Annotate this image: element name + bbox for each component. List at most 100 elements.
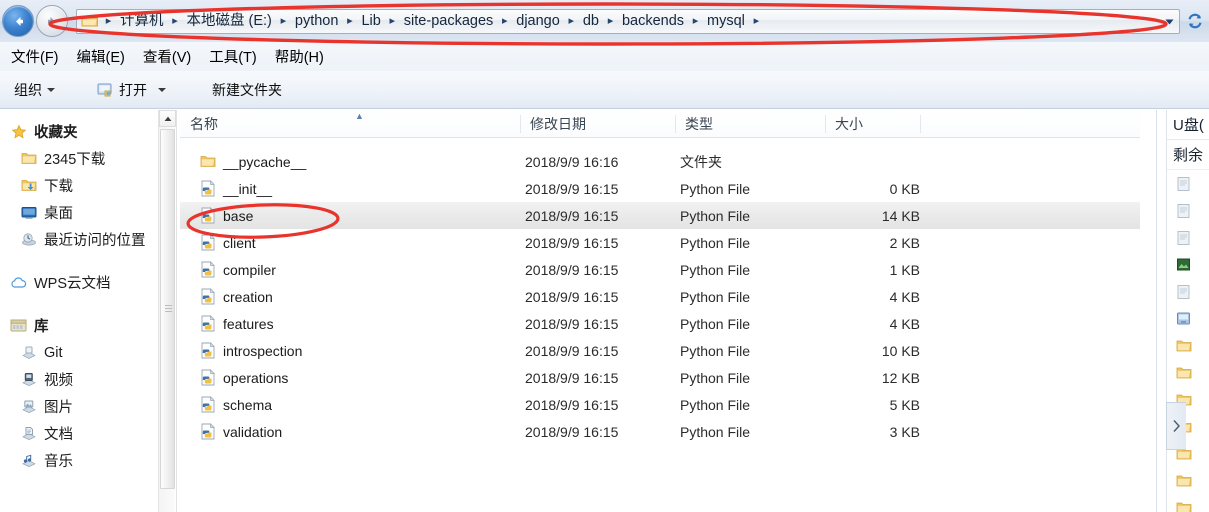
column-divider[interactable] <box>920 115 921 133</box>
desktop-icon <box>20 204 37 221</box>
explorer-window: ▸ 计算机 ▸ 本地磁盘 (E:) ▸ python ▸ Lib ▸ site-… <box>0 0 1209 512</box>
sidebar-item-wps-cloud[interactable]: WPS云文档 <box>0 269 158 296</box>
chevron-down-icon[interactable] <box>1159 10 1179 33</box>
breadcrumb-item-backends[interactable]: backends <box>617 10 689 33</box>
menu-view[interactable]: 查看(V) <box>134 43 200 70</box>
file-name: __init__ <box>223 180 273 197</box>
folder-icon <box>1176 367 1192 378</box>
list-item[interactable] <box>1167 170 1209 197</box>
menu-edit[interactable]: 编辑(E) <box>68 43 134 70</box>
file-name: operations <box>223 369 289 386</box>
file-size-cell: 0 KB <box>889 180 920 197</box>
sidebar-item-desktop[interactable]: 桌面 <box>0 199 158 226</box>
list-item[interactable] <box>1167 305 1209 332</box>
file-type-cell: Python File <box>680 369 751 386</box>
column-header-size[interactable]: 大小 <box>825 110 920 138</box>
menu-tools[interactable]: 工具(T) <box>200 43 266 70</box>
menu-help[interactable]: 帮助(H) <box>266 43 333 70</box>
file-name-cell: __pycache__ <box>200 153 306 170</box>
sidebar-item-recent-places[interactable]: 最近访问的位置 <box>0 226 158 253</box>
menu-file[interactable]: 文件(F) <box>2 43 68 70</box>
new-folder-button[interactable]: 新建文件夹 <box>204 76 290 104</box>
refresh-icon[interactable] <box>1182 9 1208 34</box>
breadcrumb-bar[interactable]: ▸ 计算机 ▸ 本地磁盘 (E:) ▸ python ▸ Lib ▸ site-… <box>76 8 1180 34</box>
file-size-cell: 14 KB <box>881 207 920 224</box>
image-file-icon <box>1177 258 1190 270</box>
sidebar-item-pictures[interactable]: 图片 <box>0 393 158 420</box>
sidebar-item-videos[interactable]: 视频 <box>0 366 158 393</box>
navigation-sidebar: 收藏夹 2345下载 下载 桌面 最近访问的位置 WPS云文档 库 Git 视频… <box>0 110 158 512</box>
python-file-icon <box>201 315 215 332</box>
table-row[interactable]: base 2018/9/9 16:15 Python File 14 KB <box>180 202 1140 229</box>
breadcrumb-item-site-packages[interactable]: site-packages <box>399 10 498 33</box>
file-name: schema <box>223 396 273 413</box>
table-row[interactable]: schema 2018/9/9 16:15 Python File 5 KB <box>180 391 1140 418</box>
breadcrumb-item-mysql[interactable]: mysql <box>702 10 750 33</box>
sidebar-label: WPS云文档 <box>34 276 111 292</box>
list-item[interactable] <box>1167 278 1209 305</box>
list-item[interactable] <box>1167 197 1209 224</box>
sidebar-label: Git <box>44 344 63 361</box>
sidebar-item-2345-downloads[interactable]: 2345下载 <box>0 145 158 172</box>
column-label: 类型 <box>685 116 713 132</box>
file-date-cell: 2018/9/9 16:15 <box>525 396 619 413</box>
back-arrow-icon[interactable] <box>2 5 34 37</box>
table-row[interactable]: creation 2018/9/9 16:15 Python File 4 KB <box>180 283 1140 310</box>
file-type-cell: 文件夹 <box>680 153 722 170</box>
expand-preview-pane-button[interactable] <box>1166 402 1186 450</box>
organize-button[interactable]: 组织 <box>6 76 63 104</box>
file-type-cell: Python File <box>680 342 751 359</box>
sidebar-label: 音乐 <box>44 454 73 470</box>
sidebar-item-libraries[interactable]: 库 <box>0 312 158 339</box>
breadcrumb-item-lib[interactable]: Lib <box>356 10 385 33</box>
sidebar-label: 视频 <box>44 373 73 389</box>
table-row[interactable]: operations 2018/9/9 16:15 Python File 12 KB <box>180 364 1140 391</box>
column-header-name[interactable]: 名称 <box>180 110 520 138</box>
table-row[interactable]: validation 2018/9/9 16:15 Python File 3 KB <box>180 418 1140 445</box>
column-header-date-modified[interactable]: 修改日期 <box>520 110 675 138</box>
list-item[interactable] <box>1167 251 1209 278</box>
open-button[interactable]: 打开 <box>89 76 174 104</box>
scroll-up-arrow-icon[interactable] <box>159 110 176 127</box>
folder-icon <box>81 16 98 27</box>
scrollbar-thumb[interactable] <box>160 129 175 489</box>
sidebar-item-favorites[interactable]: 收藏夹 <box>0 118 158 145</box>
list-item[interactable] <box>1167 332 1209 359</box>
python-file-icon <box>201 261 215 278</box>
file-name-cell: operations <box>200 369 288 386</box>
list-item[interactable] <box>1167 467 1209 494</box>
python-file-icon <box>201 423 215 440</box>
table-row[interactable]: client 2018/9/9 16:15 Python File 2 KB <box>180 229 1140 256</box>
table-row[interactable]: introspection 2018/9/9 16:15 Python File 10… <box>180 337 1140 364</box>
sidebar-item-music[interactable]: 音乐 <box>0 447 158 474</box>
scrollbar-grip <box>165 305 172 314</box>
breadcrumb-item-db[interactable]: db <box>578 10 604 33</box>
sidebar-item-git[interactable]: Git <box>0 339 158 366</box>
breadcrumb-item-python[interactable]: python <box>290 10 344 33</box>
list-item[interactable] <box>1167 494 1209 512</box>
table-row[interactable]: __pycache__ 2018/9/9 16:16 文件夹 <box>180 148 1140 175</box>
folder-icon <box>1176 340 1192 351</box>
sidebar-scrollbar[interactable] <box>158 110 176 512</box>
file-type-cell: Python File <box>680 423 751 440</box>
table-row[interactable]: __init__ 2018/9/9 16:15 Python File 0 KB <box>180 175 1140 202</box>
chevron-down-icon <box>47 87 55 92</box>
breadcrumb-item-local-disk[interactable]: 本地磁盘 (E:) <box>182 10 277 33</box>
forward-arrow-icon[interactable] <box>36 5 68 37</box>
file-icon <box>1177 284 1190 299</box>
file-list-rows: __pycache__ 2018/9/9 16:16 文件夹 __init__ 2018… <box>180 138 1140 445</box>
folder-icon <box>1176 475 1192 486</box>
file-date-cell: 2018/9/9 16:15 <box>525 207 619 224</box>
breadcrumb-item-django[interactable]: django <box>511 10 565 33</box>
file-type-cell: Python File <box>680 261 751 278</box>
sidebar-item-documents[interactable]: 文档 <box>0 420 158 447</box>
new-folder-label: 新建文件夹 <box>212 81 282 98</box>
table-row[interactable]: compiler 2018/9/9 16:15 Python File 1 KB <box>180 256 1140 283</box>
sidebar-item-downloads[interactable]: 下载 <box>0 172 158 199</box>
list-item[interactable] <box>1167 224 1209 251</box>
table-row[interactable]: features 2018/9/9 16:15 Python File 4 KB <box>180 310 1140 337</box>
breadcrumb-item-computer[interactable]: 计算机 <box>115 10 169 33</box>
column-header-type[interactable]: 类型 <box>675 110 825 138</box>
list-item[interactable] <box>1167 359 1209 386</box>
pictures-icon <box>20 398 37 415</box>
